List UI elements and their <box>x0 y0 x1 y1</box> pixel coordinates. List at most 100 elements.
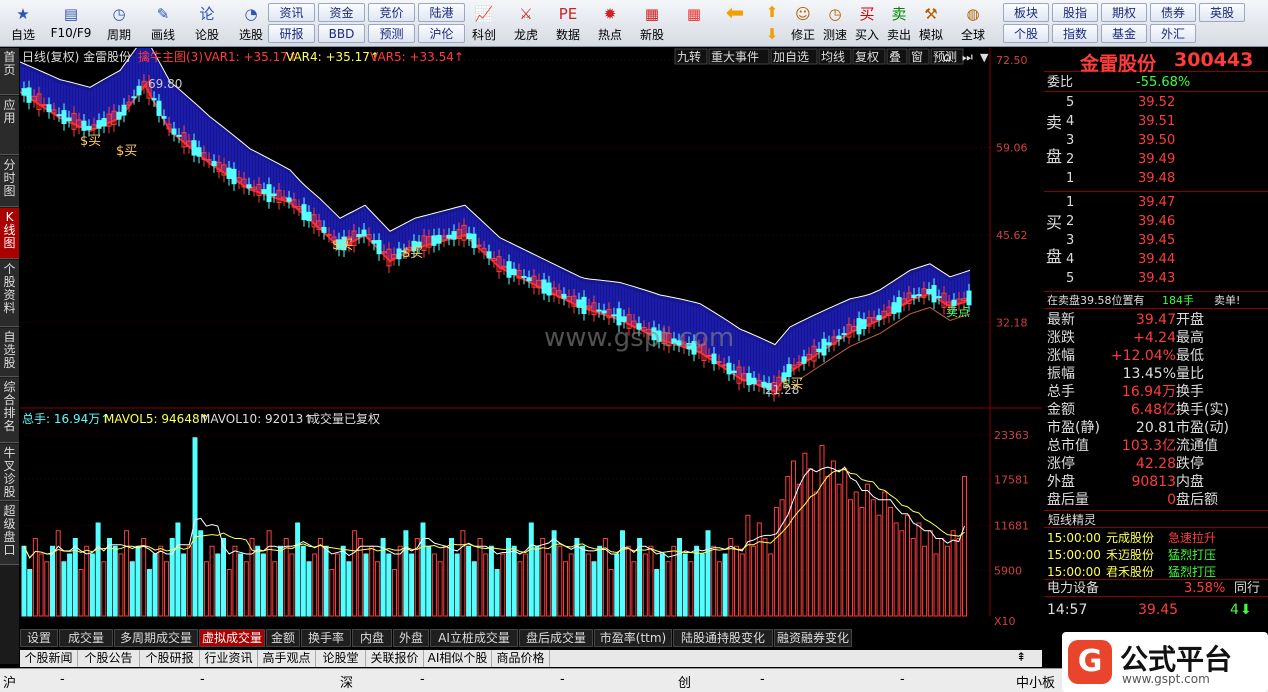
dropdown-icon[interactable]: ▼ <box>980 51 989 64</box>
short-line-title[interactable]: 短线精灵 <box>1044 510 1268 528</box>
layout-grid-button[interactable]: ▦ <box>680 2 708 45</box>
toolbar-pe-button[interactable]: PE 数据 <box>548 2 588 45</box>
toolbar-market-button[interactable]: 期权 <box>1101 3 1147 22</box>
expand-icon[interactable]: ⇞ <box>1016 650 1026 664</box>
collapse-icon[interactable]: ⏭ <box>962 50 973 64</box>
indicator-tab[interactable]: 融资融券变化 <box>774 629 852 647</box>
volume-bar <box>158 545 164 617</box>
left-tab-item[interactable]: K线图 <box>0 208 19 259</box>
volume-bar <box>226 569 232 617</box>
indicator-tab[interactable]: 金额 <box>266 629 300 647</box>
toolbar-ipo-button[interactable]: ▦ 新股 <box>632 2 672 45</box>
toolbar-market-button[interactable]: 个股 <box>1003 24 1049 43</box>
toolbar-dragon-button[interactable]: ⚔ 龙虎 <box>506 2 546 45</box>
indicator-tab[interactable]: 外盘 <box>393 629 429 647</box>
down-button[interactable]: ⬇ <box>760 24 784 44</box>
news-tab[interactable]: 行业资讯 <box>200 650 258 667</box>
volume-bar <box>488 545 494 617</box>
toolbar-chart-search-button[interactable]: ◔ 选股 <box>230 2 272 45</box>
up-button[interactable]: ⬆ <box>760 2 784 22</box>
kline-chart[interactable]: 72.50 59.06 45.62 32.18 69.80 21.28 $买 $买 $买 $买 $买… <box>19 35 1042 628</box>
left-tab-item[interactable]: 分时图 <box>0 156 19 207</box>
sz-label[interactable]: 深 <box>340 672 353 691</box>
sector-row[interactable]: 电力设备 3.58% 同行 <box>1044 579 1268 597</box>
left-tab-item[interactable]: 牛叉诊股 <box>0 444 19 501</box>
toolbar-talk-button[interactable]: 论论股 <box>186 2 228 45</box>
indicator-tab[interactable]: 盘后成交量 <box>519 629 593 647</box>
toolbar-info-window-button[interactable]: ▤ F10/F9 <box>46 2 96 45</box>
toolbar-grid-button[interactable]: BBD <box>318 24 365 43</box>
news-tab[interactable]: 个股研报 <box>140 650 200 667</box>
toolbar-grid-button[interactable]: 沪伦 <box>418 24 465 43</box>
volume-bar <box>397 545 403 617</box>
news-tab[interactable]: 商品价格 <box>492 650 550 667</box>
zx-label[interactable]: 中小板 <box>1016 672 1055 691</box>
short-line-row[interactable]: 15:00:00 禾迈股份 猛烈打压 <box>1044 547 1268 564</box>
indicator-tab[interactable]: 成交量 <box>59 629 113 647</box>
toolbar-grid-button[interactable]: 研报 <box>268 24 315 43</box>
toolbar-chart-button[interactable]: 📈 科创 <box>464 2 504 45</box>
indicator-tab[interactable]: 多周期成交量 <box>114 629 198 647</box>
left-tab-item[interactable]: 综合排名 <box>0 378 19 443</box>
volume-bar <box>500 553 506 617</box>
news-tab[interactable]: 高手观点 <box>258 650 316 667</box>
volume-bar <box>779 499 785 617</box>
toolbar-market-button[interactable]: 板块 <box>1003 3 1049 22</box>
indicator-tab[interactable]: 换手率 <box>301 629 351 647</box>
toolbar-hot-button[interactable]: ✹ 热点 <box>590 2 630 45</box>
left-tab-item[interactable]: 首页 <box>0 48 19 95</box>
indicator-tab[interactable]: AI立桩成交量 <box>430 629 518 647</box>
toolbar-grid-button[interactable]: 预测 <box>368 24 415 43</box>
lock-icon[interactable]: ⌂ <box>943 50 951 65</box>
ask-price: 39.48 <box>1138 171 1176 186</box>
cy-label[interactable]: 创 <box>678 672 691 691</box>
high-label: 69.80 <box>148 77 182 91</box>
news-tab[interactable]: 论股堂 <box>316 650 366 667</box>
toolbar-market-button[interactable]: 外汇 <box>1150 24 1196 43</box>
toolbar-smile-button[interactable]: ☺ 修正 <box>788 2 818 45</box>
sh-label[interactable]: 沪 <box>3 672 16 691</box>
toolbar-clock-button[interactable]: ◷ 测速 <box>820 2 850 45</box>
left-tab-item[interactable]: 自选股 <box>0 328 19 377</box>
short-line-row[interactable]: 15:00:00 元成股份 急速拉升 <box>1044 530 1268 547</box>
toolbar-pencil-button[interactable]: ✎ 画线 <box>142 2 184 45</box>
indicator-tab[interactable]: 内盘 <box>352 629 392 647</box>
ask-price: 39.51 <box>1138 114 1176 129</box>
left-tab-item[interactable]: 超级盘口 <box>0 502 19 565</box>
toolbar-market-button[interactable]: 指数 <box>1052 24 1098 43</box>
toolbar-market-button[interactable]: 英股 <box>1199 3 1245 22</box>
indicator-tab[interactable]: 陆股通持股变化 <box>673 629 773 647</box>
volume-bar <box>848 499 853 617</box>
back-button[interactable]: ⬅ <box>718 2 752 45</box>
vol-ma10: MAVOL10: 92013↑ <box>200 412 313 426</box>
chart-canvas[interactable]: 72.5059.0645.6232.1869.8021.28$买$买$买$买$买… <box>19 35 1042 628</box>
toolbar-globe-button[interactable]: ◍ 全球 <box>958 2 988 45</box>
toolbar-clock-button[interactable]: ◷ 周期 <box>98 2 140 45</box>
news-tab[interactable]: AI相似个股 <box>424 650 492 667</box>
alert-text: 在卖盘39.58位置有 <box>1047 294 1145 307</box>
left-tab-item[interactable]: 个股资料 <box>0 260 19 327</box>
toolbar-market-button[interactable]: 股指 <box>1052 3 1098 22</box>
toolbar-market-button[interactable]: 债券 <box>1150 3 1196 22</box>
news-tab[interactable]: 个股新闻 <box>20 650 78 667</box>
indicator-tab[interactable]: 虚拟成交量 <box>199 629 265 647</box>
toolbar-market-button[interactable]: 基金 <box>1101 24 1147 43</box>
toolbar-grid-button[interactable]: 资讯 <box>268 3 315 22</box>
toolbar-buy-button[interactable]: 买买入 <box>852 2 882 45</box>
volume-bar <box>711 545 717 617</box>
ask-level: 1 <box>1066 171 1075 186</box>
toolbar-hammer-button[interactable]: ⚒ 模拟 <box>916 2 946 45</box>
toolbar-sell-button[interactable]: 卖卖出 <box>884 2 914 45</box>
indicator-tab[interactable]: 市盈率(ttm) <box>594 629 672 647</box>
toolbar-grid-button[interactable]: 陆港 <box>418 3 465 22</box>
news-tab[interactable]: 个股公告 <box>78 650 140 667</box>
news-tab[interactable]: 关联报价 <box>366 650 424 667</box>
volume-bar <box>494 569 500 617</box>
toolbar-star-button[interactable]: ★ 自选 <box>2 2 44 45</box>
indicator-tab[interactable]: 设置 <box>20 629 58 647</box>
toolbar-grid-button[interactable]: 竞价 <box>368 3 415 22</box>
left-tab-item[interactable]: 应用 <box>0 96 19 155</box>
toolbar-grid-button[interactable]: 资金 <box>318 3 365 22</box>
ask-row: 3 39.50 <box>1044 132 1268 150</box>
volume-bar <box>568 553 574 617</box>
